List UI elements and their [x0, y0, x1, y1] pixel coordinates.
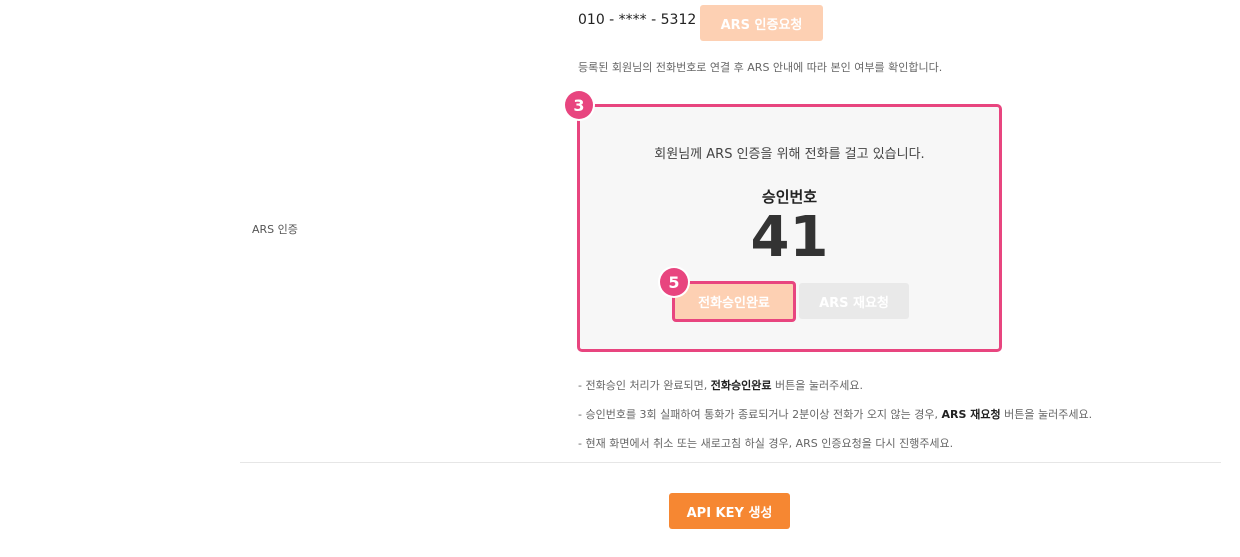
note-text: 버튼을 눌러주세요. [1000, 408, 1093, 421]
note-text: 버튼을 눌러주세요. [771, 379, 863, 392]
note-text: - 전화승인 처리가 완료되면, [578, 379, 711, 392]
divider [240, 462, 1221, 463]
annotation-badge-5: 5 [660, 268, 688, 296]
note-emphasis: 전화승인완료 [710, 379, 772, 392]
calling-message: 회원님께 ARS 인증을 위해 전화를 걸고 있습니다. [654, 147, 925, 162]
approval-number: 41 [750, 205, 829, 270]
approval-number-label: 승인번호 [761, 188, 818, 206]
note-retry: - 승인번호를 3회 실패하여 통화가 종료되거나 2분이상 전화가 오지 않는… [578, 406, 1092, 422]
api-key-generate-button[interactable]: API KEY 생성 [669, 493, 790, 529]
note-emphasis: ARS 재요청 [941, 408, 1001, 421]
call-approval-complete-button[interactable]: 전화승인완료 [672, 281, 796, 322]
annotation-badge-3: 3 [565, 91, 593, 119]
ars-retry-button[interactable]: ARS 재요청 [799, 283, 909, 319]
phone-number: 010 - **** - 5312 [578, 12, 697, 28]
note-text: - 승인번호를 3회 실패하여 통화가 종료되거나 2분이상 전화가 오지 않는… [578, 408, 942, 421]
note-cancel: - 현재 화면에서 취소 또는 새로고침 하실 경우, ARS 인증요청을 다시… [578, 437, 954, 450]
ars-auth-label: ARS 인증 [252, 223, 298, 236]
ars-request-button[interactable]: ARS 인증요청 [700, 5, 823, 41]
note-approval-complete: - 전화승인 처리가 완료되면, 전화승인완료 버튼을 눌러주세요. [578, 377, 863, 393]
ars-description: 등록된 회원님의 전화번호로 연결 후 ARS 안내에 따라 본인 여부를 확인… [578, 61, 943, 74]
